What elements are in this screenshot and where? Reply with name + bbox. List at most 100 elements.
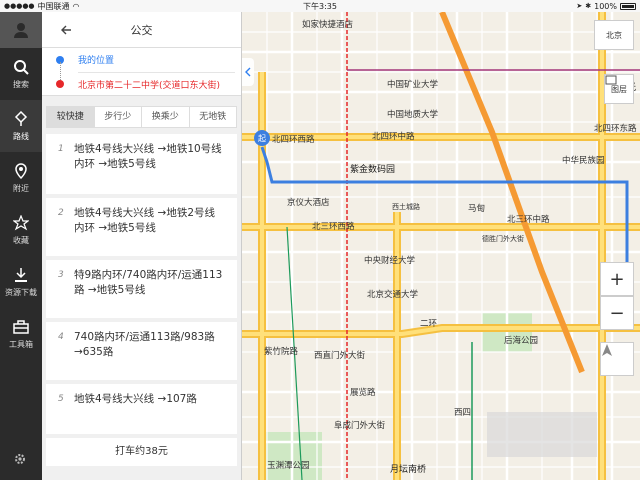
layer-button-label: 图层 [611,84,627,94]
toolbox-icon [13,319,29,334]
map-poi-label: 玉渊潭公园 [267,461,310,471]
map-road-label: 北四环中路 [372,132,415,142]
sidebar-item-download[interactable]: 资源下载 [0,256,42,308]
plan-text-line: 内环 →地铁5号线 [74,158,156,170]
map-place-label: 月坛南桥 [390,465,427,475]
sidebar-item-label: 搜索 [13,79,29,89]
sidebar-item-label: 路线 [13,131,29,141]
filter-fewer-transfers[interactable]: 换乘少 [142,107,190,127]
start-marker-icon[interactable]: 起 [254,130,270,146]
sidebar-item-label: 收藏 [13,235,29,245]
bluetooth-icon: ✱ [585,2,592,10]
route-plan-4[interactable]: 4 740路内环/运通113路/983路 →635路 [46,322,237,380]
filter-fastest[interactable]: 较快捷 [47,107,95,127]
sidebar-item-toolbox[interactable]: 工具箱 [0,308,42,360]
location-icon: ➤ [576,2,583,10]
plan-text-line: 地铁4号线大兴线 →地铁10号线 [74,143,222,155]
star-icon [13,214,29,230]
plan-text-line: 内环 →地铁5号线 [74,222,156,234]
signal-icon: ●●●●● [4,2,35,10]
sidebar-item-label: 资源下载 [5,287,37,297]
city-button[interactable]: 北京 [594,20,634,50]
zoom-out-button[interactable]: − [600,296,634,330]
plan-number: 2 [58,208,64,218]
map-view[interactable]: 如家快捷酒店 中国矿业大学 中国地质大学 北四环西路 北四环中路 北四环东路 中… [242,12,640,480]
locate-button[interactable] [600,342,634,376]
map-poi-label: 中国矿业大学 [387,80,439,90]
plan-number: 5 [58,394,64,404]
route-endpoints: 我的位置 北京市第二十二中学(交道口东大街) [42,48,241,96]
plan-text-line: 路 →地铁5号线 [74,284,146,296]
plan-text-line: →635路 [74,346,114,358]
user-icon [14,23,28,38]
download-icon [15,267,27,282]
layer-button[interactable]: 图层 [604,74,634,104]
start-marker-label: 起 [258,133,266,143]
map-poi-label: 紫金数码园 [350,165,396,175]
arrow-left-icon [61,25,71,35]
sidebar-item-route[interactable]: 路线 [0,100,42,152]
compass-icon [602,344,612,356]
map-poi-label: 中华民族园 [562,156,605,166]
start-location[interactable]: 我的位置 [78,53,114,66]
search-icon [14,59,29,75]
pin-icon [15,162,27,179]
map-poi-label: 后海公园 [504,336,539,346]
route-connector [60,62,61,80]
map-poi-label: 北京交通大学 [367,290,419,300]
plan-text-line: 特9路内环/740路内环/运通113 [74,269,223,281]
status-bar: ●●●●● 中国联通 ◠ 下午3:35 ➤ ✱ 100% [0,0,640,12]
plan-number: 4 [58,332,64,342]
sidebar-item-favorites[interactable]: 收藏 [0,204,42,256]
map-road-label: 北三环西路 [312,222,355,232]
carrier-label: 中国联通 [37,1,70,11]
taxi-estimate[interactable]: 打车约38元 [46,438,237,466]
route-icon [14,110,28,126]
map-road-label: 西直门外大街 [314,351,366,361]
sidebar: 搜索 路线 附近 收藏 资源下载 工具箱 [0,12,42,480]
end-dot-icon [56,80,64,88]
back-button[interactable] [56,20,76,40]
gear-icon [15,454,25,464]
route-panel: 公交 我的位置 北京市第二十二中学(交道口东大街) 较快捷 步行少 换乘少 无地… [42,12,242,480]
plan-number: 1 [58,144,64,154]
status-time: 下午3:35 [303,1,337,11]
wifi-icon: ◠ [72,1,80,11]
collapse-panel-button[interactable] [242,58,254,86]
map-poi-label: 中央财经大学 [364,256,416,266]
plan-text-line: 740路内环/运通113路/983路 [74,331,215,343]
filter-tabs: 较快捷 步行少 换乘少 无地铁 [46,106,237,128]
sidebar-item-nearby[interactable]: 附近 [0,152,42,204]
map-place-label: 展览路 [350,388,376,398]
map-road-label: 紫竹院路 [264,347,299,357]
avatar[interactable] [0,12,42,48]
map-road-label: 二环 [420,319,438,329]
map-road-label: 阜成门外大街 [334,421,386,431]
end-location[interactable]: 北京市第二十二中学(交道口东大街) [78,78,220,91]
route-plan-3[interactable]: 3 特9路内环/740路内环/运通113 路 →地铁5号线 [46,260,237,318]
sidebar-item-label: 工具箱 [9,339,33,349]
filter-less-walking[interactable]: 步行少 [95,107,142,127]
route-plan-2[interactable]: 2 地铁4号线大兴线 →地铁2号线 内环 →地铁5号线 [46,198,237,256]
map-poi-label: 中国地质大学 [387,110,439,120]
battery-percent: 100% [594,1,617,11]
battery-icon [620,2,636,10]
route-plan-1[interactable]: 1 地铁4号线大兴线 →地铁10号线 内环 →地铁5号线 [46,134,237,194]
settings-button[interactable] [13,451,27,470]
plan-text-line: 地铁4号线大兴线 →107路 [74,393,197,405]
map-road-label: 北四环东路 [594,124,637,134]
map-poi-label: 京仪大酒店 [287,198,330,208]
map-road-label: 西土城路 [392,203,420,211]
layers-icon [605,75,617,85]
map-place-label: 西四 [454,408,472,418]
plan-number: 3 [58,270,64,280]
sidebar-item-label: 附近 [13,183,29,193]
zoom-in-button[interactable]: + [600,262,634,296]
map-roads [242,12,640,480]
sidebar-item-search[interactable]: 搜索 [0,48,42,100]
map-place-label: 马甸 [468,204,486,214]
route-plan-5[interactable]: 5 地铁4号线大兴线 →107路 [46,384,237,434]
chevron-left-icon [245,67,251,77]
filter-no-subway[interactable]: 无地铁 [190,107,237,127]
panel-header: 公交 [42,12,241,48]
